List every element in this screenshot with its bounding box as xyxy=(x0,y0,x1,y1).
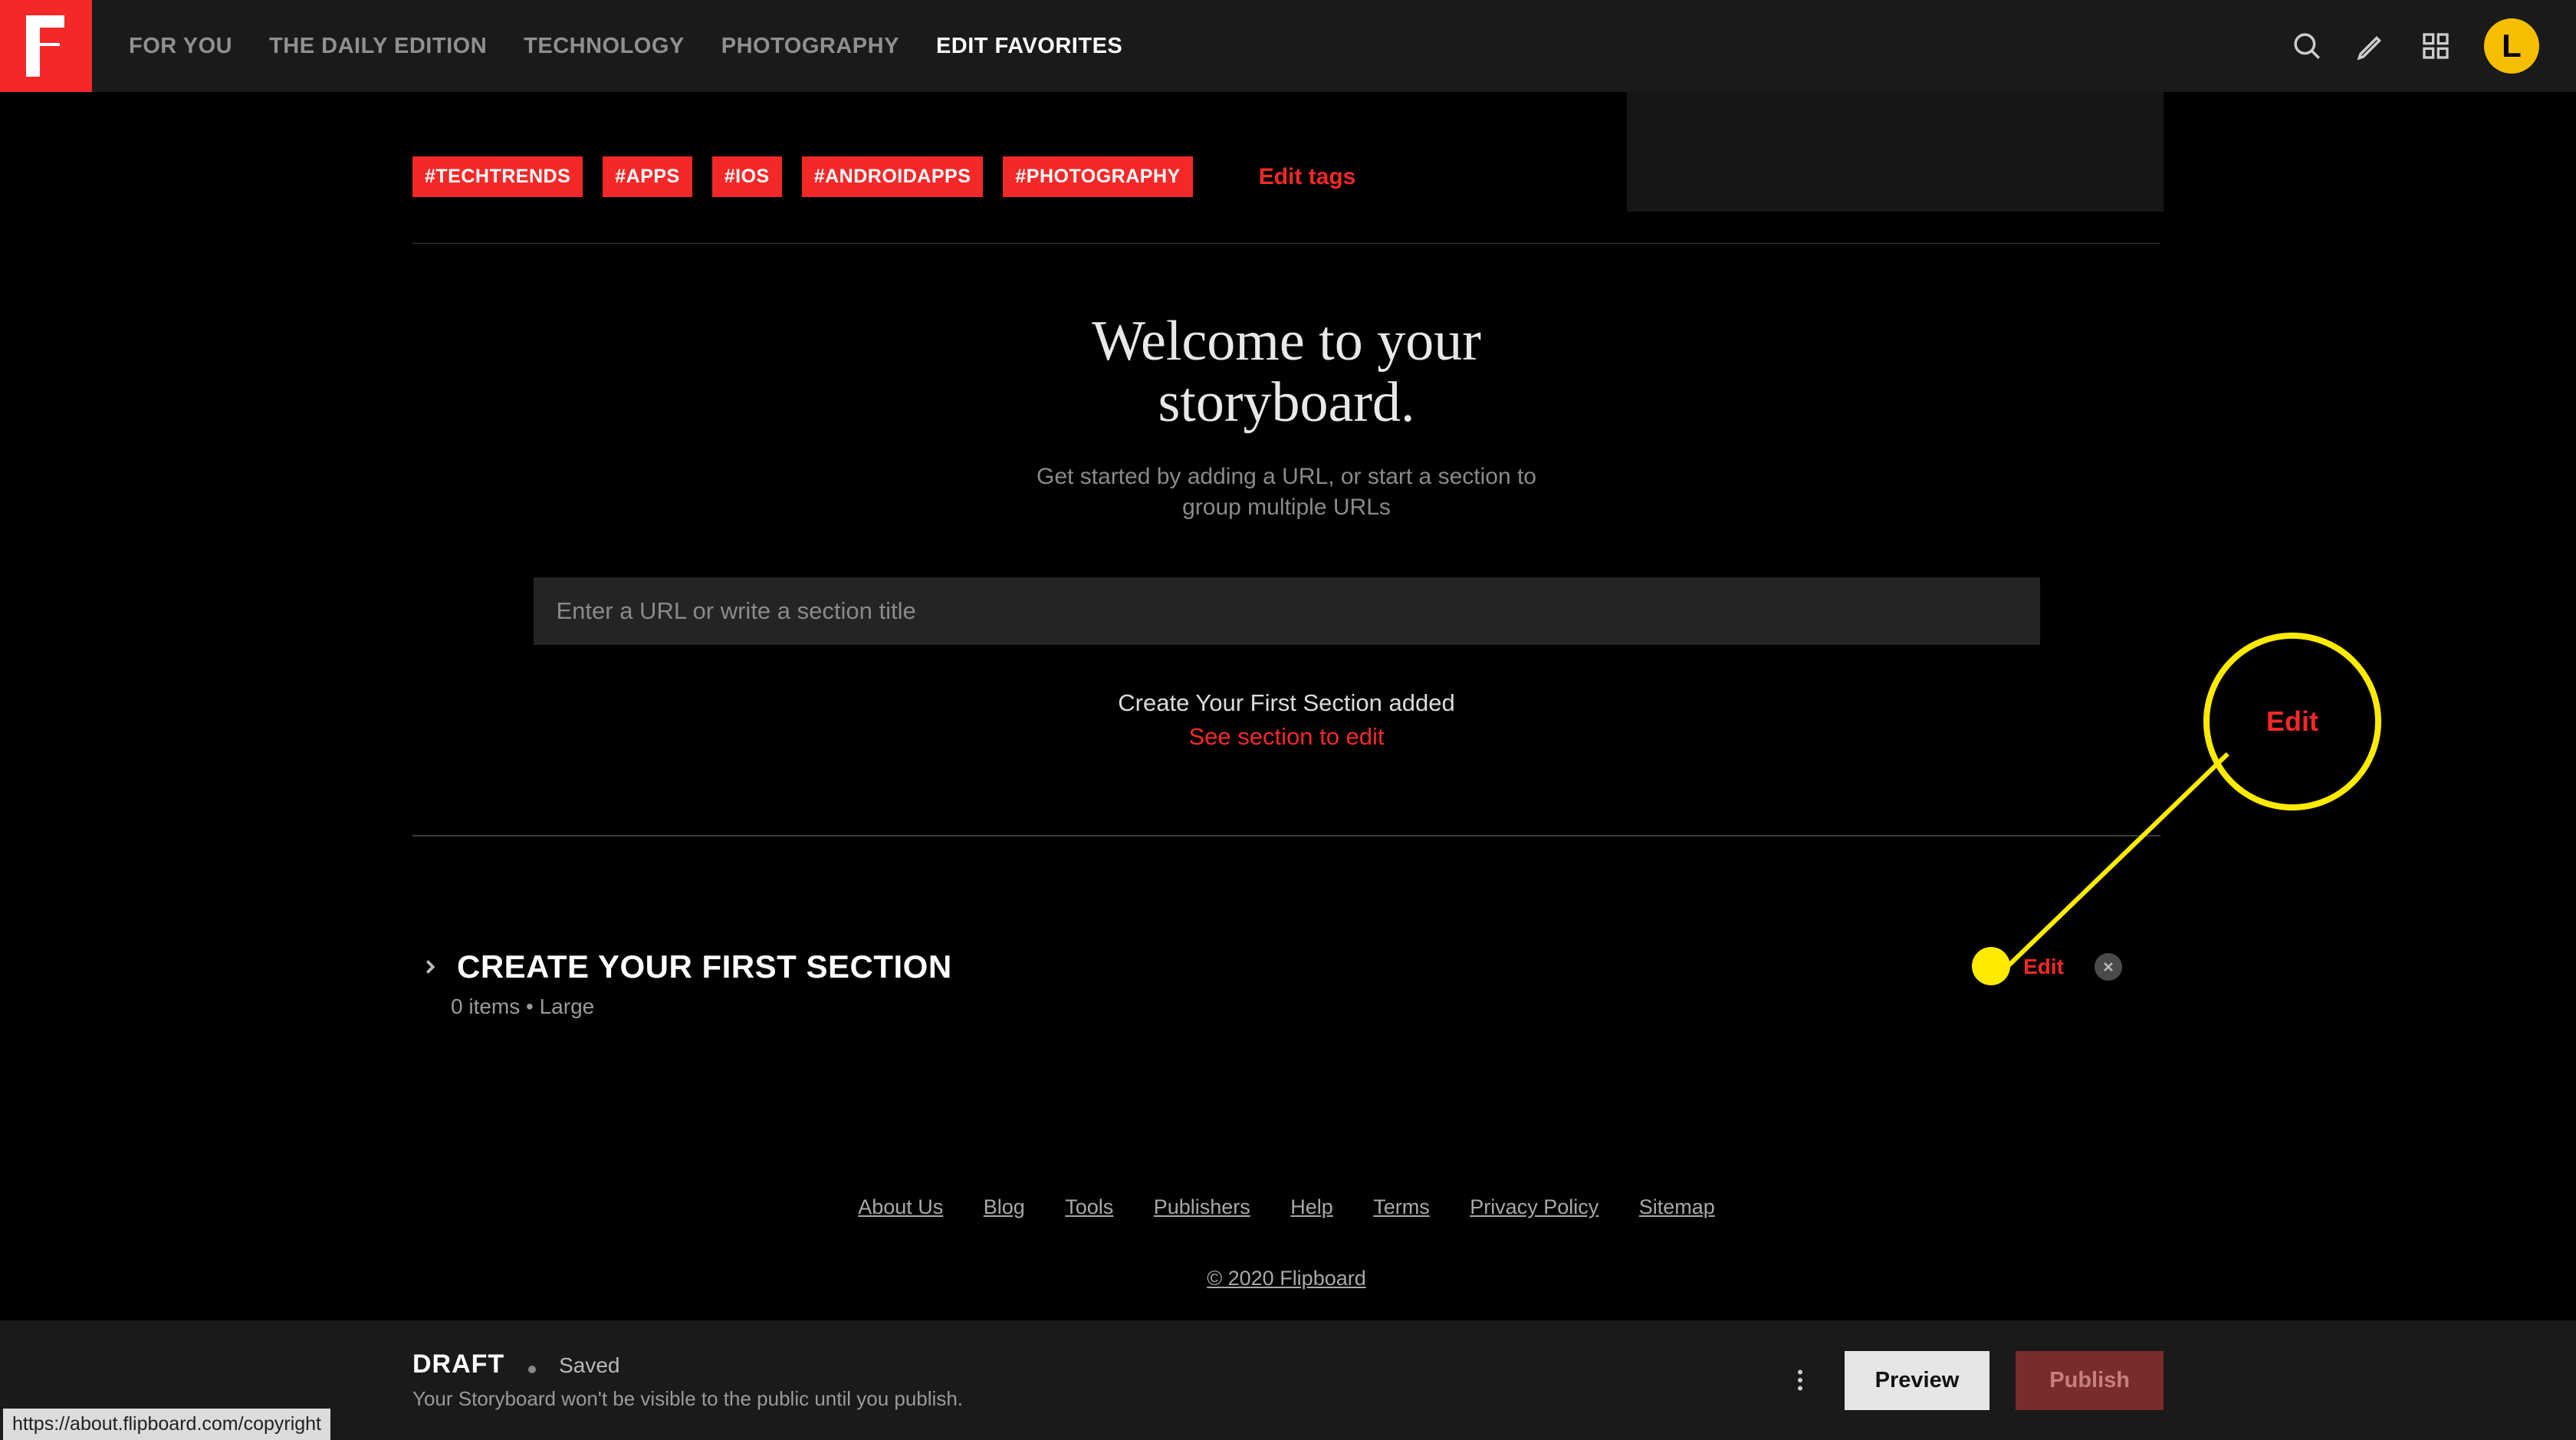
compose-icon[interactable] xyxy=(2355,30,2387,62)
copyright-link[interactable]: © 2020 Flipboard xyxy=(1207,1267,1366,1290)
tag-photography[interactable]: #PHOTOGRAPHY xyxy=(1003,156,1192,197)
url-input[interactable] xyxy=(534,577,2040,645)
footer-sitemap[interactable]: Sitemap xyxy=(1639,1195,1715,1218)
grid-icon[interactable] xyxy=(2420,30,2452,62)
search-icon[interactable] xyxy=(2291,30,2323,62)
welcome-sub-line1: Get started by adding a URL, or start a … xyxy=(1037,464,1536,489)
section-meta: 0 items • Large xyxy=(451,995,2160,1019)
tag-apps[interactable]: #APPS xyxy=(603,156,692,197)
footer-help[interactable]: Help xyxy=(1290,1195,1333,1218)
tag-ios[interactable]: #IOS xyxy=(712,156,782,197)
chevron-right-icon[interactable] xyxy=(419,955,442,978)
flipboard-logo-icon xyxy=(23,15,69,77)
welcome-sub-line2: group multiple URLs xyxy=(1182,495,1391,520)
dot-separator xyxy=(528,1366,536,1373)
section-added-message: Create Your First Section added See sect… xyxy=(412,689,2160,751)
footer-publishers[interactable]: Publishers xyxy=(1154,1195,1250,1218)
footer-links: About Us Blog Tools Publishers Help Term… xyxy=(412,1195,2160,1219)
draft-subtitle: Your Storyboard won't be visible to the … xyxy=(412,1387,963,1411)
tag-androidapps[interactable]: #ANDROIDAPPS xyxy=(802,156,984,197)
nav-photography[interactable]: PHOTOGRAPHY xyxy=(721,34,899,59)
status-url-tooltip: https://about.flipboard.com/copyright xyxy=(3,1409,330,1440)
section-delete-button[interactable] xyxy=(2095,953,2122,981)
welcome-subtitle: Get started by adding a URL, or start a … xyxy=(412,462,2160,524)
welcome-title-line2: storyboard. xyxy=(1158,371,1415,434)
nav-daily-edition[interactable]: THE DAILY EDITION xyxy=(269,34,487,59)
tags-row: #TECHTRENDS #APPS #IOS #ANDROIDAPPS #PHO… xyxy=(412,92,2160,243)
more-menu-icon[interactable] xyxy=(1782,1362,1819,1399)
footer-blog[interactable]: Blog xyxy=(984,1195,1025,1218)
top-nav: FOR YOU THE DAILY EDITION TECHNOLOGY PHO… xyxy=(129,34,1122,59)
footer-terms[interactable]: Terms xyxy=(1373,1195,1430,1218)
section-title: CREATE YOUR FIRST SECTION xyxy=(457,948,952,985)
avatar[interactable]: L xyxy=(2484,18,2539,74)
footer-about[interactable]: About Us xyxy=(858,1195,943,1218)
edit-tags-link[interactable]: Edit tags xyxy=(1259,164,1356,190)
flipboard-logo[interactable] xyxy=(0,0,92,92)
section-added-text: Create Your First Section added xyxy=(412,689,2160,717)
publish-button[interactable]: Publish xyxy=(2016,1351,2164,1410)
section-row: CREATE YOUR FIRST SECTION Edit xyxy=(412,948,2160,985)
bottom-bar: DRAFT Saved Your Storyboard won't be vis… xyxy=(0,1320,2576,1440)
footer-tools[interactable]: Tools xyxy=(1065,1195,1113,1218)
saved-label: Saved xyxy=(559,1353,619,1377)
welcome-title: Welcome to your storyboard. xyxy=(412,311,2160,434)
divider-mid xyxy=(412,835,2160,837)
draft-label: DRAFT xyxy=(412,1350,504,1379)
nav-edit-favorites[interactable]: EDIT FAVORITES xyxy=(936,34,1122,59)
welcome-block: Welcome to your storyboard. Get started … xyxy=(412,244,2160,524)
nav-for-you[interactable]: FOR YOU xyxy=(129,34,232,59)
copyright: © 2020 Flipboard xyxy=(412,1267,2160,1290)
welcome-title-line1: Welcome to your xyxy=(1092,310,1481,373)
tag-techtrends[interactable]: #TECHTRENDS xyxy=(412,156,583,197)
app-header: FOR YOU THE DAILY EDITION TECHNOLOGY PHO… xyxy=(0,0,2576,92)
nav-technology[interactable]: TECHNOLOGY xyxy=(524,34,685,59)
see-section-link[interactable]: See section to edit xyxy=(412,723,2160,751)
section-edit-link[interactable]: Edit xyxy=(2023,955,2064,979)
preview-button[interactable]: Preview xyxy=(1845,1351,1990,1410)
footer-privacy[interactable]: Privacy Policy xyxy=(1470,1195,1598,1218)
main-content: #TECHTRENDS #APPS #IOS #ANDROIDAPPS #PHO… xyxy=(412,92,2160,1290)
